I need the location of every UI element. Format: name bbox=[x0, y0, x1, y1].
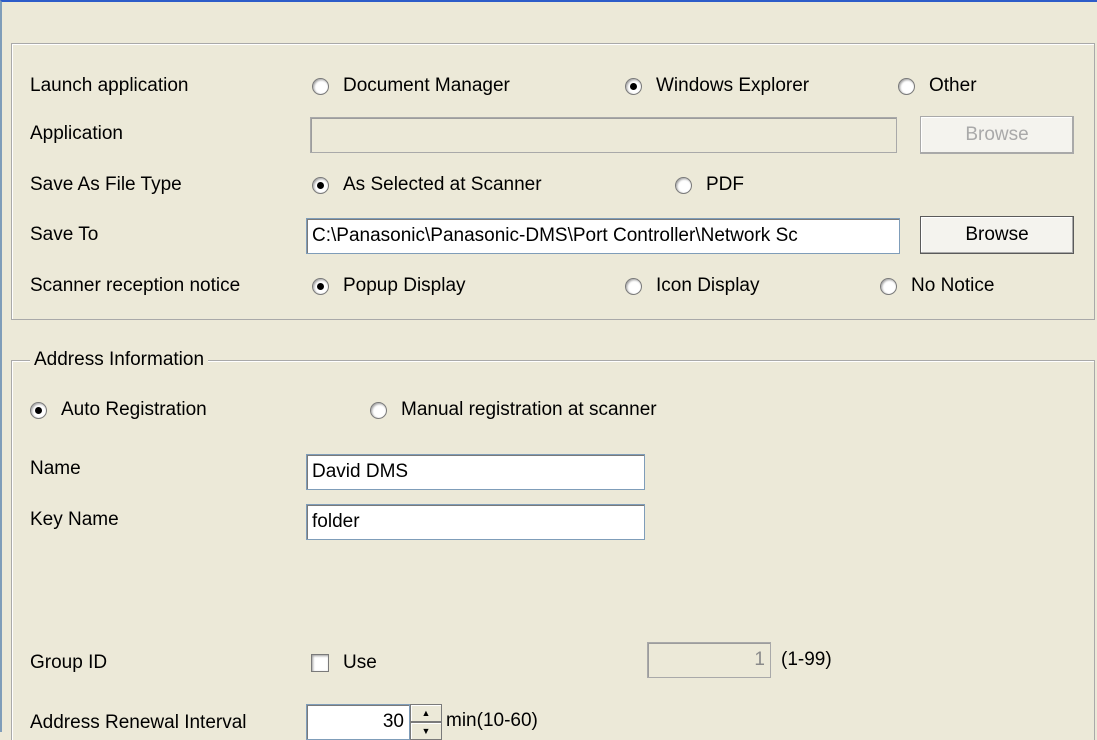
renewal-interval-range-label: min(10-60) bbox=[446, 710, 538, 731]
save-to-path-input[interactable]: C:\Panasonic\Panasonic-DMS\Port Controll… bbox=[306, 218, 900, 254]
radio-label: Icon Display bbox=[656, 275, 760, 296]
application-label: Application bbox=[30, 123, 123, 144]
radio-label: Auto Registration bbox=[61, 399, 207, 420]
renewal-interval-spinner[interactable]: ▲ ▼ bbox=[410, 704, 442, 740]
radio-manual-registration[interactable]: Manual registration at scanner bbox=[370, 398, 657, 422]
radio-indicator bbox=[898, 77, 915, 95]
radio-label: Popup Display bbox=[343, 275, 466, 296]
radio-indicator-checked bbox=[312, 277, 329, 295]
spin-down-icon[interactable]: ▼ bbox=[410, 722, 442, 740]
radio-label: Document Manager bbox=[343, 75, 510, 96]
checkbox-indicator bbox=[311, 654, 329, 672]
radio-label: No Notice bbox=[911, 275, 995, 296]
radio-indicator bbox=[675, 176, 692, 194]
renewal-interval-input[interactable]: 30 bbox=[306, 704, 410, 740]
radio-auto-registration[interactable]: Auto Registration bbox=[30, 398, 207, 422]
radio-pdf[interactable]: PDF bbox=[675, 173, 744, 197]
group-id-input[interactable]: 1 bbox=[647, 642, 771, 678]
name-input[interactable]: David DMS bbox=[306, 454, 645, 490]
radio-indicator bbox=[312, 77, 329, 95]
radio-document-manager[interactable]: Document Manager bbox=[312, 74, 510, 98]
key-name-input[interactable]: folder bbox=[306, 504, 645, 540]
radio-no-notice[interactable]: No Notice bbox=[880, 274, 994, 298]
spin-up-icon[interactable]: ▲ bbox=[410, 704, 442, 722]
save-as-file-type-label: Save As File Type bbox=[30, 174, 182, 195]
application-browse-button[interactable]: Browse bbox=[920, 116, 1074, 154]
name-label: Name bbox=[30, 458, 81, 479]
radio-indicator bbox=[370, 401, 387, 419]
group-id-use-checkbox[interactable]: Use bbox=[311, 651, 377, 675]
radio-indicator-checked bbox=[312, 176, 329, 194]
radio-label: PDF bbox=[706, 174, 744, 195]
radio-indicator-checked bbox=[625, 77, 642, 95]
group-id-range-label: (1-99) bbox=[781, 649, 832, 670]
launch-application-label: Launch application bbox=[30, 75, 189, 96]
address-information-title: Address Information bbox=[30, 349, 209, 371]
checkbox-label: Use bbox=[343, 652, 377, 673]
save-to-browse-button[interactable]: Browse bbox=[920, 216, 1074, 254]
radio-as-selected-at-scanner[interactable]: As Selected at Scanner bbox=[312, 173, 542, 197]
radio-other[interactable]: Other bbox=[898, 74, 977, 98]
radio-indicator bbox=[625, 277, 642, 295]
scanner-reception-notice-label: Scanner reception notice bbox=[30, 275, 241, 296]
radio-label: As Selected at Scanner bbox=[343, 174, 542, 195]
radio-indicator-checked bbox=[30, 401, 47, 419]
radio-label: Windows Explorer bbox=[656, 75, 810, 96]
radio-icon-display[interactable]: Icon Display bbox=[625, 274, 760, 298]
radio-popup-display[interactable]: Popup Display bbox=[312, 274, 466, 298]
save-to-label: Save To bbox=[30, 224, 99, 245]
application-path-input[interactable] bbox=[310, 117, 897, 153]
radio-indicator bbox=[880, 277, 897, 295]
key-name-label: Key Name bbox=[30, 509, 119, 530]
group-id-label: Group ID bbox=[30, 652, 108, 673]
radio-windows-explorer[interactable]: Windows Explorer bbox=[625, 74, 809, 98]
address-renewal-interval-label: Address Renewal Interval bbox=[30, 712, 247, 733]
radio-label: Manual registration at scanner bbox=[401, 399, 657, 420]
radio-label: Other bbox=[929, 75, 977, 96]
